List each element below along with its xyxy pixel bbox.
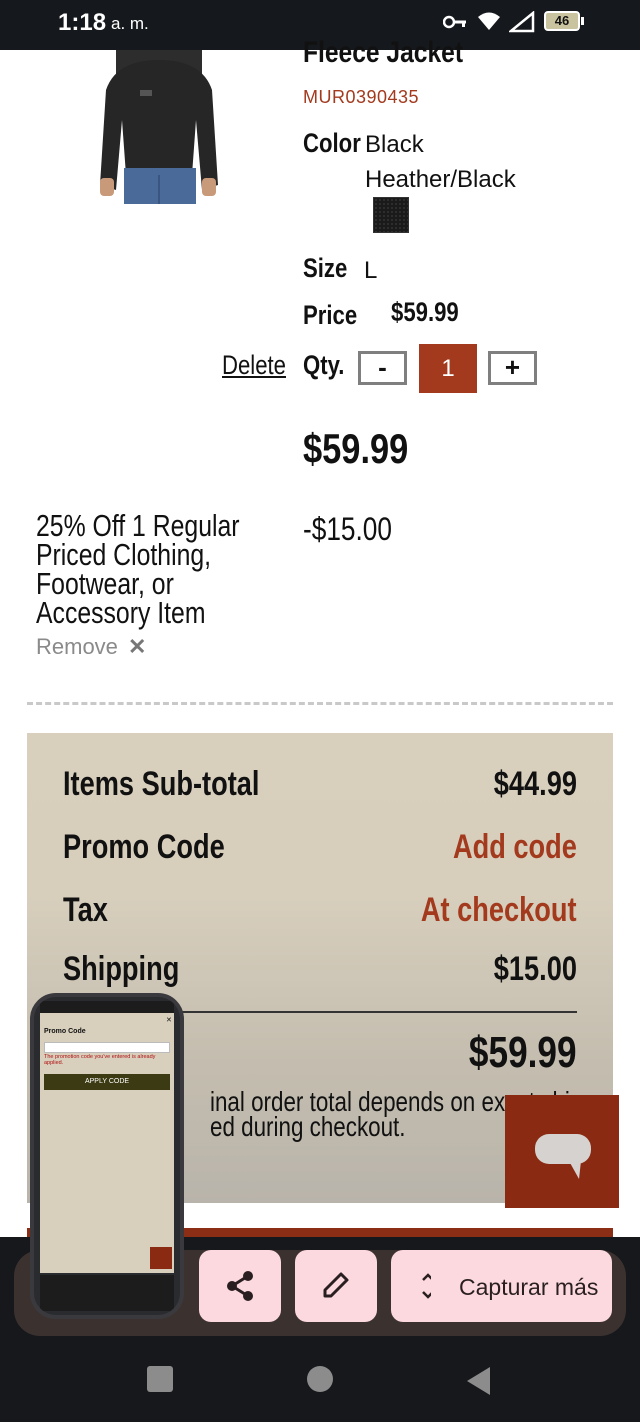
home-button[interactable] — [307, 1366, 333, 1392]
size-value: L — [364, 257, 378, 284]
color-swatch[interactable] — [373, 197, 409, 233]
discount-description: 25% Off 1 Regular Priced Clothing, Footw… — [36, 508, 240, 630]
size-label: Size — [303, 253, 348, 283]
qty-value[interactable]: 1 — [419, 344, 477, 393]
battery-level: 46 — [554, 13, 570, 28]
color-value-line2: Heather/Black — [365, 166, 516, 193]
price-value: $59.99 — [391, 297, 459, 327]
vpn-key-icon — [443, 15, 466, 29]
price-label: Price — [303, 300, 358, 330]
recents-button[interactable] — [147, 1366, 173, 1392]
qty-increase-button[interactable]: + — [488, 351, 537, 385]
divider — [27, 702, 613, 705]
qty-label: Qty. — [303, 350, 345, 380]
add-code-link[interactable]: Add code — [453, 828, 577, 867]
expand-vertical-icon — [422, 1273, 434, 1299]
status-ampm: a. m. — [111, 14, 149, 33]
edit-button[interactable] — [295, 1250, 377, 1322]
thumb-promo-input — [44, 1042, 170, 1053]
share-button[interactable] — [199, 1250, 281, 1322]
chat-icon — [535, 1134, 591, 1179]
color-value-line1: Black — [365, 131, 424, 158]
thumb-screen: Promo Code ✕ The promotion code you've e… — [40, 1013, 174, 1273]
subtotal-label: Items Sub-total — [63, 765, 260, 803]
shipping-label: Shipping — [63, 950, 180, 988]
product-image — [100, 50, 218, 204]
wifi-icon — [478, 12, 500, 30]
chat-button[interactable] — [505, 1095, 619, 1208]
battery-tip — [581, 17, 584, 25]
capture-more-label: Capturar más — [459, 1274, 599, 1300]
shipping-value: $15.00 — [493, 950, 577, 988]
remove-label: Remove — [36, 634, 118, 659]
close-icon: ✕ — [128, 634, 147, 659]
thumb-nav-bar — [40, 1275, 174, 1311]
line-total: $59.99 — [303, 425, 409, 472]
thumb-error-text: The promotion code you've entered is alr… — [44, 1054, 156, 1066]
thumb-status-bar — [40, 1001, 174, 1013]
thumb-apply-button: APPLY CODE — [44, 1074, 170, 1090]
total-value: $59.99 — [469, 1028, 577, 1077]
back-button[interactable] — [466, 1366, 492, 1396]
tax-value: At checkout — [421, 891, 577, 929]
thumb-promo-title: Promo Code — [44, 1028, 86, 1035]
discount-amount: -$15.00 — [303, 511, 392, 547]
share-icon — [227, 1271, 253, 1301]
subtotal-value: $44.99 — [493, 765, 577, 803]
status-time: 1:18 — [58, 9, 107, 36]
promo-code-label: Promo Code — [63, 828, 225, 866]
color-label: Color — [303, 128, 361, 158]
signal-icon — [509, 11, 535, 33]
qty-decrease-button[interactable]: - — [358, 351, 407, 385]
thumb-chat-icon — [150, 1247, 172, 1269]
screenshot-thumbnail[interactable]: Promo Code ✕ The promotion code you've e… — [30, 993, 184, 1319]
product-sku: MUR0390435 — [303, 87, 420, 107]
pencil-icon — [323, 1272, 349, 1298]
remove-discount-link[interactable]: Remove ✕ — [36, 634, 146, 660]
product-title[interactable]: Fleece Jacket — [303, 36, 463, 70]
delete-link[interactable]: Delete — [222, 350, 286, 381]
thumb-close-icon: ✕ — [166, 1017, 172, 1024]
tax-label: Tax — [63, 891, 108, 929]
battery-icon: 46 — [544, 11, 580, 31]
